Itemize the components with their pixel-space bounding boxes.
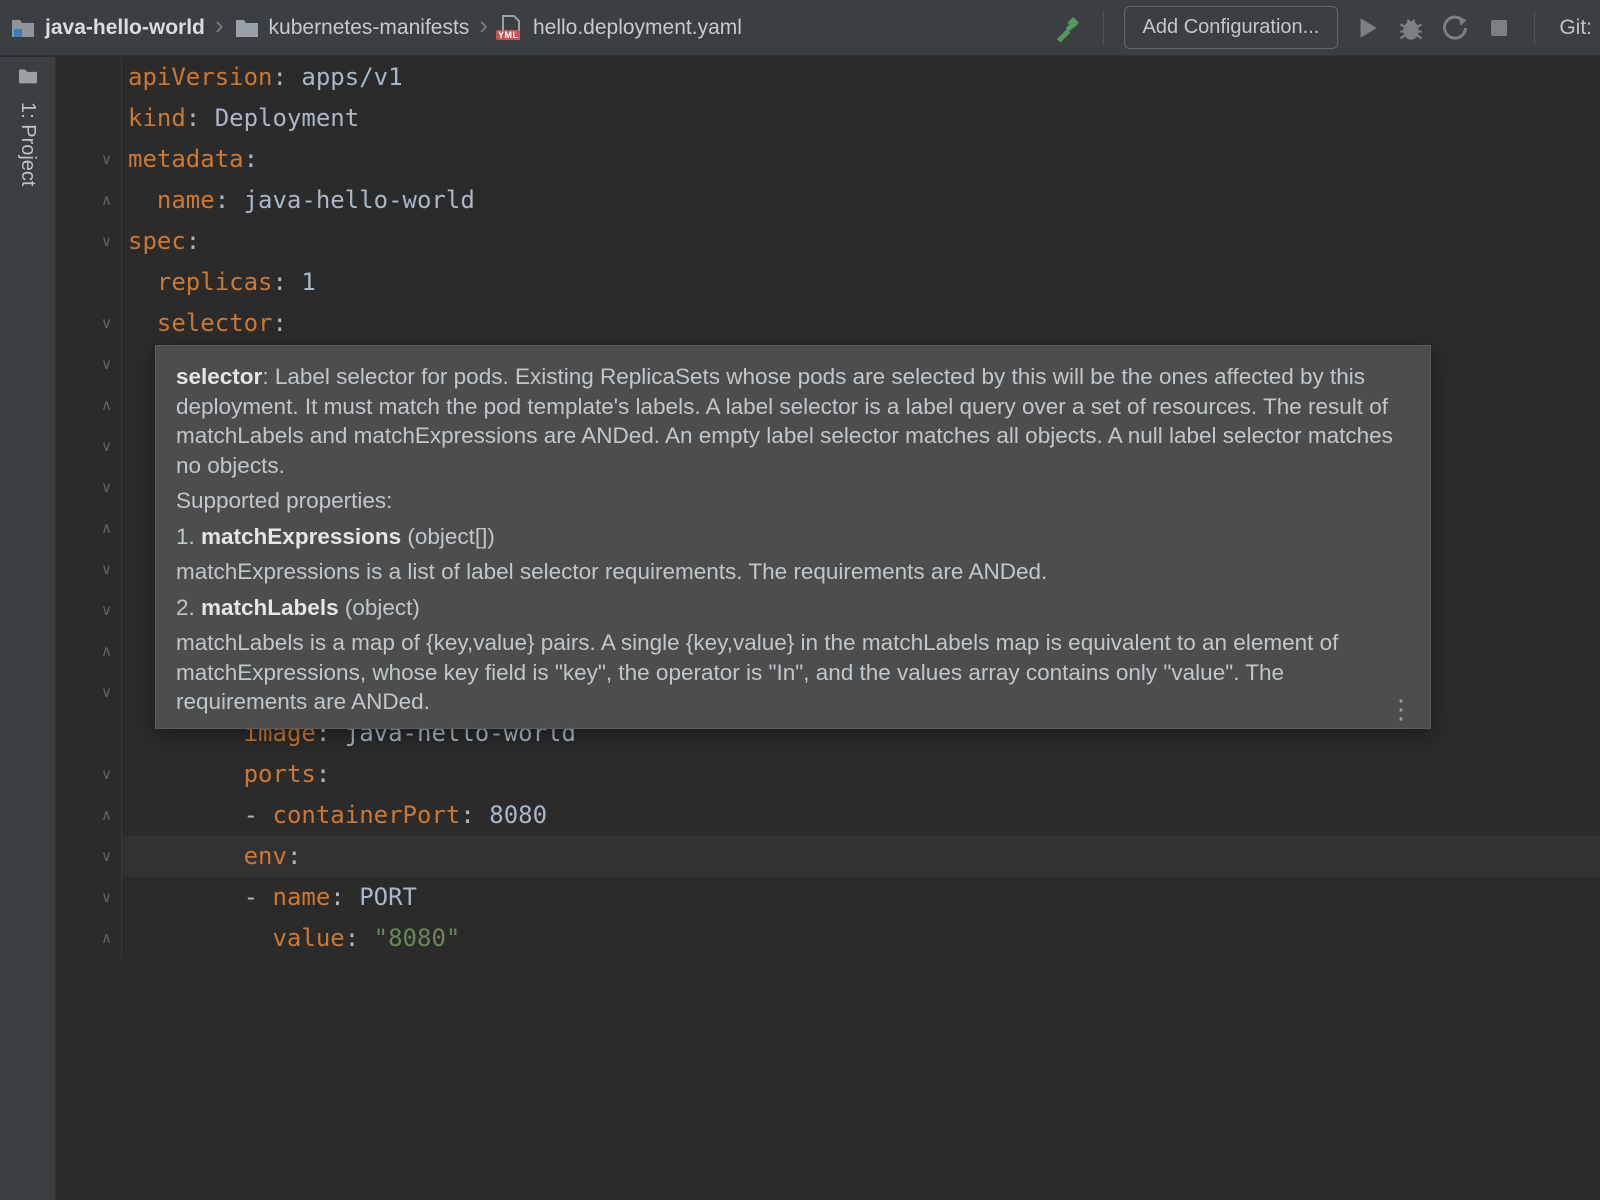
code-line-text[interactable]: ports: xyxy=(122,754,1600,795)
gutter xyxy=(57,57,122,98)
hammer-icon[interactable] xyxy=(1053,13,1083,43)
gutter[interactable]: ∨ xyxy=(57,344,122,385)
gutter xyxy=(57,262,122,303)
gutter[interactable]: ∨ xyxy=(57,426,122,467)
fold-expanded-icon[interactable]: ∨ xyxy=(101,357,112,372)
gutter[interactable]: ∧ xyxy=(57,631,122,672)
add-configuration-button[interactable]: Add Configuration... xyxy=(1124,6,1339,49)
git-branch-widget[interactable]: Git: xyxy=(1559,16,1592,40)
gutter[interactable]: ∨ xyxy=(57,139,122,180)
breadcrumb-project-label: java-hello-world xyxy=(45,16,205,40)
gutter[interactable]: ∨ xyxy=(57,672,122,713)
stop-icon[interactable] xyxy=(1484,13,1514,43)
code-line-text[interactable]: metadata: xyxy=(122,139,1600,180)
breadcrumb-folder-label: kubernetes-manifests xyxy=(269,16,470,40)
doc-popup-content: selector: Label selector for pods. Exist… xyxy=(176,362,1408,717)
yaml-file-icon: YML xyxy=(498,15,524,41)
gutter[interactable]: ∧ xyxy=(57,180,122,221)
gutter[interactable]: ∧ xyxy=(57,385,122,426)
doc-paragraph: matchExpressions is a list of label sele… xyxy=(176,557,1408,587)
fold-expanded-icon[interactable]: ∨ xyxy=(101,890,112,905)
fold-expanded-icon[interactable]: ∨ xyxy=(101,152,112,167)
play-icon[interactable] xyxy=(1352,13,1382,43)
fold-expanded-icon[interactable]: ∨ xyxy=(101,480,112,495)
code-row[interactable]: ∨ - name: PORT xyxy=(57,877,1600,918)
code-row[interactable]: kind: Deployment xyxy=(57,98,1600,139)
documentation-popup: selector: Label selector for pods. Exist… xyxy=(155,345,1431,729)
code-row[interactable]: replicas: 1 xyxy=(57,262,1600,303)
gutter[interactable]: ∨ xyxy=(57,303,122,344)
project-tool-window-button[interactable]: 1: Project xyxy=(16,102,39,186)
kebab-menu-icon[interactable]: ⋮ xyxy=(1388,696,1414,722)
code-line-text[interactable]: - name: PORT xyxy=(122,877,1600,918)
gutter[interactable]: ∧ xyxy=(57,795,122,836)
code-line-text[interactable]: selector: xyxy=(122,303,1600,344)
fold-expanded-icon[interactable]: ∨ xyxy=(101,603,112,618)
fold-end-icon[interactable]: ∧ xyxy=(101,521,112,536)
gutter[interactable]: ∨ xyxy=(57,590,122,631)
fold-expanded-icon[interactable]: ∨ xyxy=(101,767,112,782)
code-line-text[interactable]: apiVersion: apps/v1 xyxy=(122,57,1600,98)
gutter[interactable]: ∨ xyxy=(57,549,122,590)
fold-end-icon[interactable]: ∧ xyxy=(101,644,112,659)
gutter[interactable]: ∨ xyxy=(57,221,122,262)
fold-end-icon[interactable]: ∧ xyxy=(101,808,112,823)
left-tool-window-bar: 1: Project xyxy=(0,57,56,1200)
project-folder-icon xyxy=(10,15,36,41)
chevron-right-icon: › xyxy=(475,10,492,41)
code-row[interactable]: ∨ metadata: xyxy=(57,139,1600,180)
doc-paragraph: 2. matchLabels (object) xyxy=(176,593,1408,623)
code-row[interactable]: ∨ ports: xyxy=(57,754,1600,795)
code-row[interactable]: apiVersion: apps/v1 xyxy=(57,57,1600,98)
fold-expanded-icon[interactable]: ∨ xyxy=(101,562,112,577)
chevron-right-icon: › xyxy=(211,10,228,41)
doc-paragraph: Supported properties: xyxy=(176,486,1408,516)
breadcrumb-folder[interactable]: kubernetes-manifests xyxy=(234,15,470,41)
run-with-coverage-icon[interactable] xyxy=(1440,13,1470,43)
fold-end-icon[interactable]: ∧ xyxy=(101,931,112,946)
doc-paragraph: selector: Label selector for pods. Exist… xyxy=(176,362,1408,480)
code-line-text[interactable]: value: "8080" xyxy=(122,918,1600,959)
toolbar-right: Add Configuration... xyxy=(1053,6,1592,49)
gutter[interactable]: ∨ xyxy=(57,877,122,918)
code-line-text[interactable]: env: xyxy=(122,836,1600,877)
project-tool-window-icon xyxy=(18,67,38,90)
gutter[interactable]: ∨ xyxy=(57,754,122,795)
code-row[interactable]: ∧ name: java-hello-world xyxy=(57,180,1600,221)
gutter[interactable]: ∨ xyxy=(57,467,122,508)
toolbar-divider xyxy=(1103,11,1104,45)
toolbar-divider xyxy=(1534,11,1535,45)
code-line-text[interactable]: replicas: 1 xyxy=(122,262,1600,303)
fold-end-icon[interactable]: ∧ xyxy=(101,193,112,208)
code-row[interactable]: ∧ value: "8080" xyxy=(57,918,1600,959)
breadcrumb-file-label: hello.deployment.yaml xyxy=(533,16,742,40)
doc-paragraph: matchLabels is a map of {key,value} pair… xyxy=(176,628,1408,717)
code-row[interactable]: ∨ env: xyxy=(57,836,1600,877)
navigation-bar: java-hello-world › kubernetes-manifests … xyxy=(0,0,1600,56)
code-line-text[interactable]: spec: xyxy=(122,221,1600,262)
gutter xyxy=(57,713,122,754)
yml-badge: YML xyxy=(496,30,521,40)
folder-icon xyxy=(234,15,260,41)
breadcrumb-project[interactable]: java-hello-world xyxy=(10,15,205,41)
gutter xyxy=(57,98,122,139)
debug-icon[interactable] xyxy=(1396,13,1426,43)
doc-paragraph: 1. matchExpressions (object[]) xyxy=(176,522,1408,552)
breadcrumb-file[interactable]: YML hello.deployment.yaml xyxy=(498,15,742,41)
code-line-text[interactable]: kind: Deployment xyxy=(122,98,1600,139)
fold-expanded-icon[interactable]: ∨ xyxy=(101,439,112,454)
code-row[interactable]: ∨ selector: xyxy=(57,303,1600,344)
fold-expanded-icon[interactable]: ∨ xyxy=(101,849,112,864)
fold-expanded-icon[interactable]: ∨ xyxy=(101,234,112,249)
code-row[interactable]: ∧ - containerPort: 8080 xyxy=(57,795,1600,836)
fold-expanded-icon[interactable]: ∨ xyxy=(101,685,112,700)
code-row[interactable]: ∨ spec: xyxy=(57,221,1600,262)
gutter[interactable]: ∨ xyxy=(57,836,122,877)
fold-expanded-icon[interactable]: ∨ xyxy=(101,316,112,331)
code-line-text[interactable]: - containerPort: 8080 xyxy=(122,795,1600,836)
code-line-text[interactable]: name: java-hello-world xyxy=(122,180,1600,221)
fold-end-icon[interactable]: ∧ xyxy=(101,398,112,413)
gutter[interactable]: ∧ xyxy=(57,918,122,959)
gutter[interactable]: ∧ xyxy=(57,508,122,549)
